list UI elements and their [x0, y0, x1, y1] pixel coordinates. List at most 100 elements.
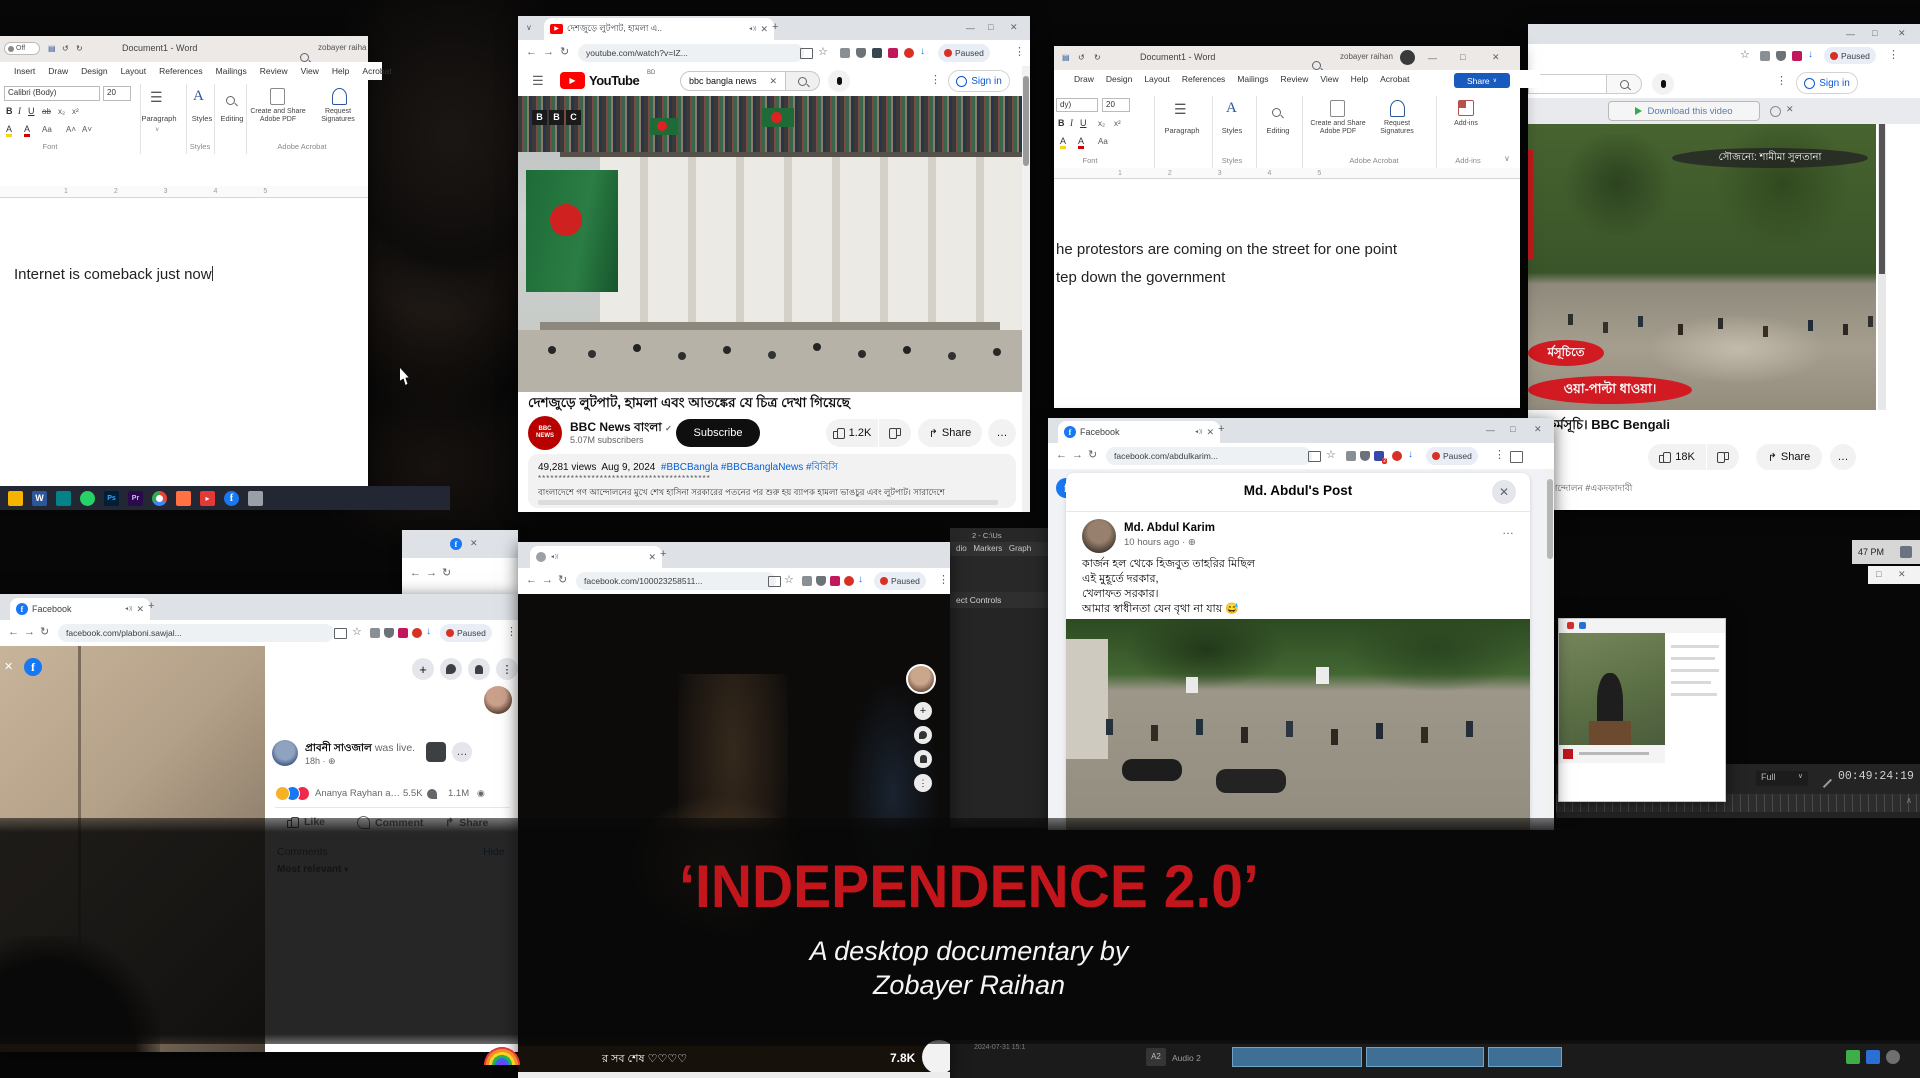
author-name[interactable]: Md. Abdul Karim — [1124, 522, 1215, 534]
voice-search-button[interactable] — [828, 70, 850, 92]
panel-more-button[interactable]: ⋮ — [496, 658, 518, 680]
maximize-icon[interactable]: □ — [1876, 570, 1881, 579]
close-icon[interactable]: ✕ — [1534, 425, 1542, 434]
close-icon[interactable]: ✕ — [1492, 53, 1500, 62]
forward-icon[interactable]: → — [24, 627, 35, 638]
view-count[interactable]: 1.1M — [448, 788, 469, 799]
superscript-button[interactable]: x² — [1114, 119, 1121, 128]
extension-record-icon[interactable] — [1392, 451, 1402, 461]
post-photo[interactable] — [1066, 619, 1530, 830]
extension-camera-icon[interactable] — [1760, 51, 1770, 61]
share-button[interactable]: ↱Share — [918, 419, 982, 447]
author-name[interactable]: প্রাবনী সাওজাল — [305, 742, 372, 754]
change-case-button[interactable]: Aa — [42, 125, 52, 134]
minimize-icon[interactable]: — — [1486, 426, 1495, 435]
taskbar-app-icon-teams[interactable] — [56, 491, 71, 506]
taskbar-tray-icon[interactable] — [1866, 1050, 1880, 1064]
save-icon[interactable]: ▤ — [48, 44, 56, 53]
tab-search-icon[interactable]: ∨ — [526, 24, 532, 32]
tab-references[interactable]: References — [1182, 74, 1225, 84]
superscript-button[interactable]: x² — [72, 107, 79, 116]
zoom-level-dropdown[interactable]: Full ∨ — [1756, 771, 1808, 786]
idm-download-icon[interactable]: ↓ — [858, 574, 863, 585]
highlight-button[interactable]: A — [1060, 136, 1066, 149]
scroll-thumb[interactable] — [1879, 124, 1885, 274]
back-icon[interactable]: ← — [526, 575, 537, 586]
tab-mailings[interactable]: Mailings — [216, 66, 247, 76]
tab-insert[interactable]: Insert — [14, 66, 35, 76]
subscript-button[interactable]: x₂ — [58, 107, 65, 116]
italic-button[interactable]: I — [18, 106, 21, 116]
reload-icon[interactable]: ↻ — [1088, 450, 1097, 461]
bookmark-star-icon[interactable]: ☆ — [784, 575, 794, 586]
extension-camera-icon[interactable] — [802, 576, 812, 586]
new-tab-icon[interactable]: + — [1218, 424, 1224, 435]
post-author-avatar[interactable] — [272, 740, 298, 766]
word-titlebar[interactable]: Off ▤ ↺ ↻ Document1 - Word zobayer raiha — [0, 36, 368, 62]
tab-draw[interactable]: Draw — [48, 66, 68, 76]
undo-icon[interactable]: ↺ — [62, 44, 69, 53]
channel-avatar[interactable]: BBCNEWS — [528, 416, 562, 450]
tab-close-icon[interactable]: ✕ — [1206, 428, 1214, 437]
more-menu-icon[interactable]: ⋮ — [1014, 47, 1025, 58]
address-bar[interactable]: youtube.com/watch?v=IZ... — [578, 44, 804, 62]
font-color-button[interactable]: A — [24, 124, 30, 137]
bookmark-star-icon[interactable]: ☆ — [352, 627, 362, 638]
tab-view[interactable]: View — [301, 66, 319, 76]
forward-icon[interactable]: → — [426, 568, 437, 579]
taskbar-app-icon-facebook[interactable]: f — [224, 491, 239, 506]
post-more-button[interactable]: … — [452, 742, 472, 762]
font-name-select[interactable]: dy) — [1056, 98, 1098, 112]
new-tab-icon[interactable]: + — [772, 22, 778, 33]
post-author-avatar[interactable] — [1082, 519, 1116, 553]
search-button[interactable] — [786, 71, 820, 91]
tab-close-icon[interactable]: ✕ — [648, 553, 656, 562]
font-size-select[interactable]: 20 — [1102, 98, 1130, 112]
tab-view[interactable]: View — [1320, 74, 1338, 84]
hashtags[interactable]: #BBCBangla #BBCBanglaNews #বিবিসি — [661, 462, 838, 473]
dislike-button[interactable] — [1707, 444, 1739, 470]
browser-tab-youtube[interactable]: ▶ দেশজুড়ে লুটপাট, হামলা এ.. ◄)) ✕ — [544, 18, 774, 40]
taskbar-app-icon-orange[interactable] — [176, 491, 191, 506]
notifications-button[interactable] — [914, 750, 932, 768]
word-titlebar[interactable]: ▤ ↺ ↻ Document1 - Word zobayer raihan — … — [1054, 46, 1520, 70]
grow-font-button[interactable]: A˄ — [66, 125, 76, 134]
post-more-button[interactable]: … — [1502, 523, 1514, 537]
signin-button[interactable]: Sign in — [1796, 72, 1858, 94]
search-input[interactable]: bbc bangla news✕ — [680, 71, 786, 91]
taskbar-app-icon-gray[interactable] — [248, 491, 263, 506]
taskbar-app-icon-chrome[interactable] — [152, 491, 167, 506]
mini-news-video[interactable] — [1559, 633, 1665, 763]
autosave-toggle[interactable]: Off — [4, 42, 40, 55]
idm-download-icon[interactable]: ↓ — [920, 46, 925, 57]
undo-icon[interactable]: ↺ — [1078, 53, 1085, 62]
save-icon[interactable]: ▤ — [1062, 53, 1070, 62]
font-size-select[interactable]: 20 — [103, 86, 131, 101]
back-icon[interactable]: ← — [526, 47, 537, 58]
back-icon[interactable]: ← — [410, 568, 421, 579]
more-menu-icon[interactable]: ⋮ — [1888, 50, 1899, 61]
modal-close-button[interactable]: ✕ — [1492, 480, 1516, 504]
idm-download-icon[interactable]: ↓ — [1808, 49, 1813, 60]
taskbar-app-icon-photoshop[interactable]: Ps — [104, 491, 119, 506]
paused-extension-badge[interactable]: Paused — [440, 624, 492, 642]
address-bar[interactable]: facebook.com/100023258511... — [576, 572, 776, 590]
page-scrollbar[interactable] — [1022, 66, 1030, 512]
more-actions-button[interactable]: … — [988, 419, 1016, 447]
tab-review[interactable]: Review — [1281, 74, 1309, 84]
hashtags[interactable]: রোধীআন্দোলন #একদফাদাবী — [1528, 482, 1828, 494]
editing-button[interactable]: Editing — [1258, 126, 1298, 135]
bookmark-star-icon[interactable]: ☆ — [1740, 50, 1750, 61]
like-button[interactable]: 1.2K — [826, 419, 878, 447]
premiere-effect-controls-tab[interactable]: ect Controls — [950, 592, 1048, 609]
extension-record-icon[interactable] — [904, 48, 914, 58]
maximize-icon[interactable]: □ — [1510, 425, 1515, 434]
signin-button[interactable]: Sign in — [948, 70, 1010, 92]
share-button[interactable]: Share∨ — [1454, 73, 1510, 88]
cast-icon[interactable] — [1308, 451, 1321, 462]
tab-design[interactable]: Design — [1106, 74, 1132, 84]
youtube-logo-text[interactable]: YouTube — [589, 73, 639, 88]
forward-icon[interactable]: → — [1072, 450, 1083, 461]
post-options-button[interactable] — [426, 742, 446, 762]
cast-icon[interactable] — [334, 628, 347, 639]
